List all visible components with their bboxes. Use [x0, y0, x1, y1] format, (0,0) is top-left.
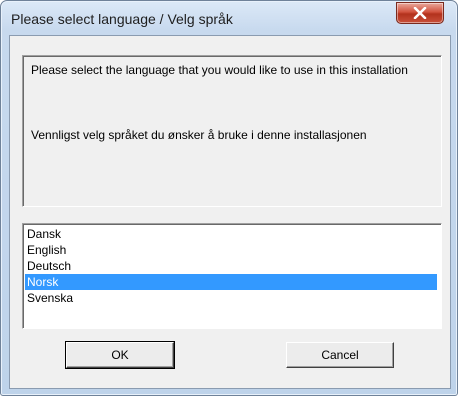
title-bar[interactable]: Please select language / Velg språk: [1, 1, 457, 35]
close-x-icon: [413, 7, 427, 19]
language-item-deutsch[interactable]: Deutsch: [25, 258, 437, 274]
message-norwegian: Vennligst velg språket du ønsker å bruke…: [31, 128, 367, 142]
language-item-svenska[interactable]: Svenska: [25, 290, 437, 306]
language-item-dansk[interactable]: Dansk: [25, 226, 437, 242]
dialog-content: Please select the language that you woul…: [9, 35, 451, 389]
message-panel: Please select the language that you woul…: [22, 55, 442, 207]
cancel-button[interactable]: Cancel: [286, 342, 394, 368]
close-button[interactable]: [396, 2, 444, 24]
ok-button[interactable]: OK: [66, 342, 174, 368]
language-item-norsk[interactable]: Norsk: [25, 274, 437, 290]
language-listbox[interactable]: Dansk English Deutsch Norsk Svenska: [22, 223, 442, 329]
dialog-window: Please select language / Velg språk Plea…: [0, 0, 458, 396]
window-title: Please select language / Velg språk: [11, 11, 233, 27]
message-english: Please select the language that you woul…: [31, 63, 408, 77]
language-item-english[interactable]: English: [25, 242, 437, 258]
